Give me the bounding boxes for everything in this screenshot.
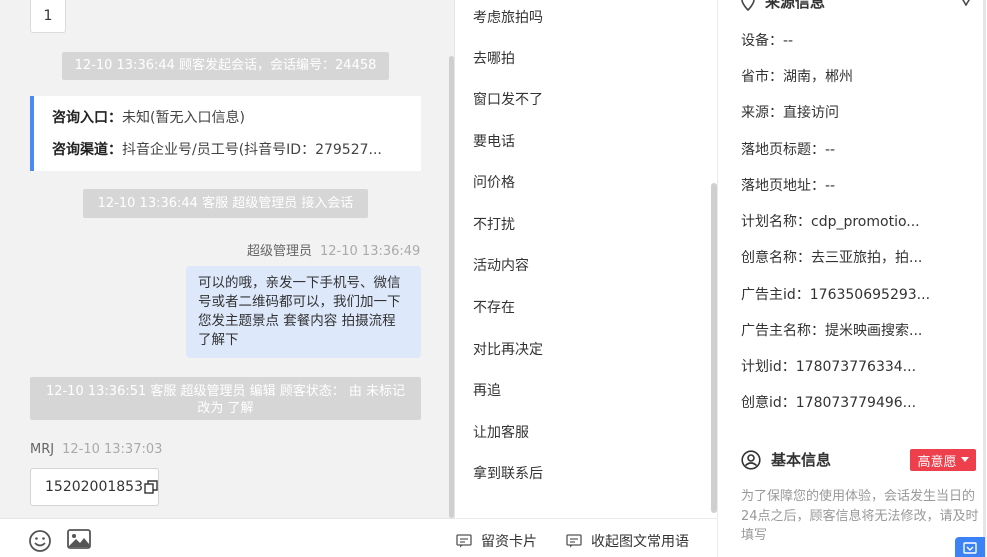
system-message-text: 12-10 13:36:44 客服 超级管理员 接入会话 bbox=[97, 196, 354, 211]
image-icon[interactable] bbox=[67, 528, 91, 552]
customer-info-panel: 来源信息 设备：-- 省市：湖南，郴州 来源：直接访问 落地页标题：-- 落地页… bbox=[719, 0, 987, 557]
quantity-chip: 1 bbox=[30, 0, 66, 33]
agent-message-bubble: 可以的哦，亲发一下手机号、微信号或者二维码都可以，我们加一下您发主题景点 套餐内… bbox=[186, 266, 421, 358]
agent-message-time: 12-10 13:36:49 bbox=[320, 244, 421, 259]
source-info-title: 来源信息 bbox=[765, 0, 826, 11]
info-creative-name: 创意名称：去三亚旅拍，拍... bbox=[741, 250, 923, 266]
phrase-item[interactable]: 窗口发不了 bbox=[473, 90, 543, 110]
edit-icon[interactable] bbox=[958, 0, 974, 10]
system-message-session-start: 12-10 13:36:44 顾客发起会话，会话编号：24458 bbox=[62, 52, 389, 80]
chat-input-toolbar bbox=[0, 518, 455, 557]
phrase-item[interactable]: 活动内容 bbox=[473, 256, 529, 276]
customer-message-header: MRJ 12-10 13:37:03 bbox=[30, 442, 162, 457]
phrase-item[interactable]: 不打扰 bbox=[473, 215, 515, 235]
location-pin-icon bbox=[741, 0, 755, 11]
phrase-item[interactable]: 对比再决定 bbox=[473, 340, 543, 360]
system-message-text: 12-10 13:36:51 客服 超级管理员 编辑 顾客状态： 由 未标记 改… bbox=[45, 384, 406, 416]
chat-scrollbar[interactable] bbox=[449, 56, 454, 518]
intent-level-select[interactable]: 高意愿 bbox=[910, 449, 976, 471]
source-channel-value: 抖音企业号/员工号(抖音号ID：279527... bbox=[122, 142, 382, 158]
info-plan-name: 计划名称：cdp_promotio... bbox=[741, 214, 920, 230]
phrase-item[interactable]: 要电话 bbox=[473, 132, 515, 152]
source-entry-value: 未知(暂无入口信息) bbox=[122, 110, 245, 126]
system-message-status-change: 12-10 13:36:51 客服 超级管理员 编辑 顾客状态： 由 未标记 改… bbox=[30, 377, 421, 420]
user-icon bbox=[741, 449, 761, 470]
phrase-item[interactable]: 再追 bbox=[473, 381, 501, 401]
phrases-footer: 留资卡片 收起图文常用语 bbox=[456, 518, 718, 557]
info-source: 来源：直接访问 bbox=[741, 105, 839, 121]
source-info-header: 来源信息 bbox=[741, 0, 825, 12]
info-landing-title: 落地页标题：-- bbox=[741, 142, 836, 158]
copy-icon[interactable] bbox=[144, 480, 158, 494]
message-icon bbox=[566, 534, 582, 548]
customer-phone-text: 15202001853 bbox=[45, 479, 143, 495]
customer-name: MRJ bbox=[30, 442, 55, 457]
smile-icon[interactable] bbox=[28, 529, 52, 553]
info-note: 为了保障您的使用体验，会话发生当日的24点之后，顾客信息将无法修改，请及时填写 bbox=[741, 489, 979, 543]
system-message-agent-join: 12-10 13:36:44 客服 超级管理员 接入会话 bbox=[83, 189, 368, 218]
intent-level-value: 高意愿 bbox=[917, 454, 957, 470]
lead-card-button[interactable]: 留资卡片 bbox=[456, 531, 537, 551]
source-entry-row: 咨询入口： 未知(暂无入口信息) bbox=[52, 108, 421, 128]
panel-edge-divider bbox=[983, 0, 986, 557]
info-advertiser-id: 广告主id：176350695293... bbox=[741, 287, 931, 303]
info-region: 省市：湖南，郴州 bbox=[741, 69, 853, 85]
card-icon bbox=[456, 534, 472, 548]
info-device: 设备：-- bbox=[741, 33, 794, 49]
collapse-phrases-label: 收起图文常用语 bbox=[591, 534, 689, 550]
phrase-item[interactable]: 拿到联系后 bbox=[473, 464, 543, 484]
quantity-chip-value: 1 bbox=[43, 8, 53, 24]
quick-phrases-panel: 考虑旅拍吗 去哪拍 窗口发不了 要电话 问价格 不打扰 活动内容 不存在 对比再… bbox=[456, 0, 718, 557]
phrases-scrollbar[interactable] bbox=[711, 183, 717, 513]
phrase-item[interactable]: 让加客服 bbox=[473, 423, 529, 443]
source-channel-row: 咨询渠道： 抖音企业号/员工号(抖音号ID：279527... bbox=[52, 140, 421, 160]
floating-chat-button[interactable] bbox=[955, 537, 985, 557]
phrase-item[interactable]: 考虑旅拍吗 bbox=[473, 8, 543, 28]
basic-info-header: 基本信息 bbox=[741, 449, 831, 470]
basic-info-title: 基本信息 bbox=[771, 451, 832, 469]
chat-window-icon bbox=[963, 542, 977, 554]
phrase-item[interactable]: 问价格 bbox=[473, 173, 515, 193]
agent-message-text: 可以的哦，亲发一下手机号、微信号或者二维码都可以，我们加一下您发主题景点 套餐内… bbox=[198, 275, 401, 348]
source-channel-label: 咨询渠道： bbox=[52, 142, 122, 158]
agent-message-header: 超级管理员 12-10 13:36:49 bbox=[247, 240, 420, 259]
system-message-text: 12-10 13:36:44 顾客发起会话，会话编号：24458 bbox=[74, 58, 377, 73]
info-plan-id: 计划id：178073776334... bbox=[741, 359, 917, 375]
agent-name: 超级管理员 bbox=[247, 244, 313, 259]
lead-card-label: 留资卡片 bbox=[481, 534, 537, 550]
chat-panel: 1 12-10 13:36:44 顾客发起会话，会话编号：24458 咨询入口：… bbox=[0, 0, 455, 557]
collapse-phrases-button[interactable]: 收起图文常用语 bbox=[566, 531, 689, 551]
info-advertiser-name: 广告主名称：提米映画搜索... bbox=[741, 323, 923, 339]
info-creative-id: 创意id：178073779496... bbox=[741, 395, 917, 411]
info-landing-url: 落地页地址：-- bbox=[741, 178, 836, 194]
customer-message-time: 12-10 13:37:03 bbox=[62, 442, 163, 457]
customer-phone-message: 15202001853 bbox=[30, 468, 159, 506]
phrase-item[interactable]: 去哪拍 bbox=[473, 49, 515, 69]
phrase-item[interactable]: 不存在 bbox=[473, 298, 515, 318]
source-entry-label: 咨询入口： bbox=[52, 110, 122, 126]
caret-down-icon bbox=[960, 457, 969, 463]
chat-message-list[interactable]: 1 12-10 13:36:44 顾客发起会话，会话编号：24458 咨询入口：… bbox=[0, 0, 455, 518]
source-card: 咨询入口： 未知(暂无入口信息) 咨询渠道： 抖音企业号/员工号(抖音号ID：2… bbox=[30, 96, 421, 171]
